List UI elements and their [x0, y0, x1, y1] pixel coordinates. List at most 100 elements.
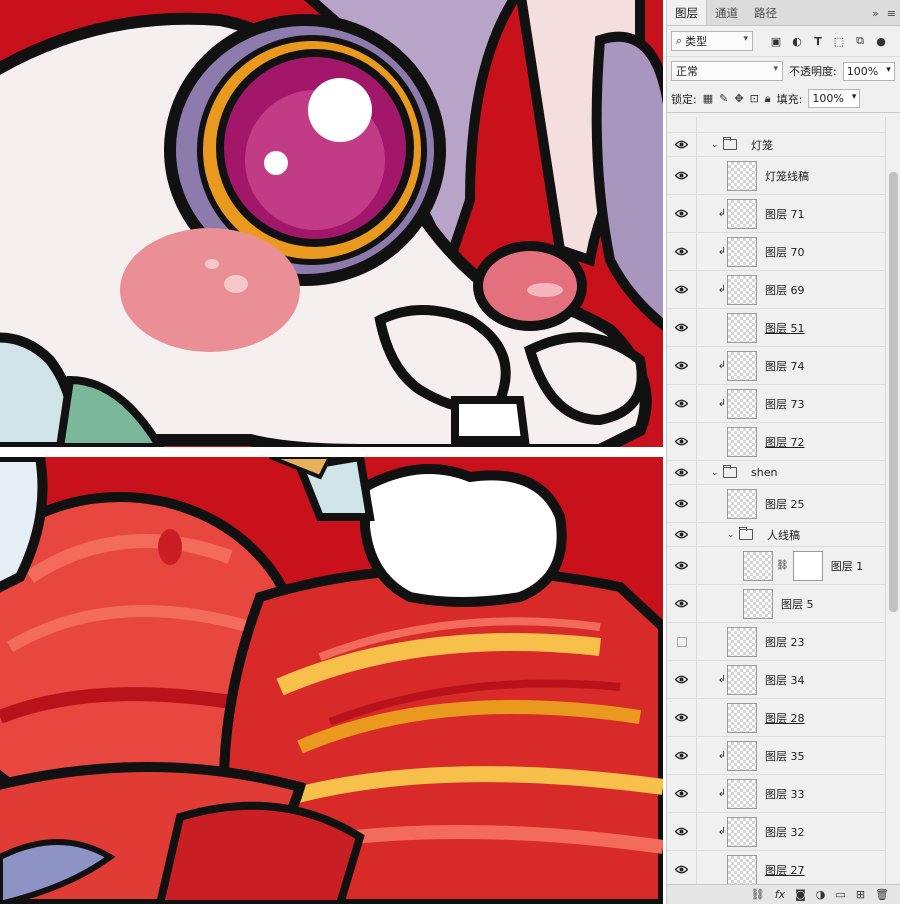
layer-row[interactable]: 图层 27: [667, 851, 885, 884]
lock-all-icon[interactable]: 🔒︎: [765, 92, 771, 106]
layer-row[interactable]: 图层 25: [667, 485, 885, 523]
shape-filter-icon[interactable]: ⬚: [832, 34, 846, 48]
layer-thumbnail[interactable]: [727, 312, 757, 343]
mask-link-icon[interactable]: ⛓: [776, 560, 789, 571]
layer-thumbnail[interactable]: [727, 778, 757, 809]
fill-field[interactable]: 100% ▾: [808, 89, 861, 108]
mask-icon[interactable]: ◙: [795, 888, 806, 901]
lock-image-icon[interactable]: ✎: [719, 92, 728, 105]
layer-thumbnail[interactable]: [727, 198, 757, 229]
layer-name[interactable]: 图层 70: [765, 244, 805, 260]
tab-channels[interactable]: 通道: [707, 0, 746, 25]
layer-mask-thumbnail[interactable]: [792, 550, 823, 581]
visibility-toggle[interactable]: [667, 775, 697, 812]
visibility-toggle[interactable]: [667, 661, 697, 698]
layer-name[interactable]: 图层 72: [765, 434, 805, 450]
layer-row[interactable]: 图层 28: [667, 699, 885, 737]
layer-name[interactable]: 图层 33: [765, 786, 805, 802]
layer-row[interactable]: 图层 51: [667, 309, 885, 347]
filter-toggle-icon[interactable]: ●: [874, 34, 888, 48]
layer-name[interactable]: 人线稿: [767, 527, 800, 543]
layer-row[interactable]: ↲ 图层 69: [667, 271, 885, 309]
layer-thumbnail[interactable]: [727, 626, 757, 657]
visibility-toggle[interactable]: [667, 699, 697, 736]
layer-row[interactable]: ↲ 图层 35: [667, 737, 885, 775]
layer-thumbnail[interactable]: [727, 702, 757, 733]
tab-paths[interactable]: 路径: [746, 0, 785, 25]
layer-name[interactable]: 图层 1: [831, 558, 864, 574]
layer-name[interactable]: 图层 69: [765, 282, 805, 298]
layer-row[interactable]: 图层 72: [667, 423, 885, 461]
layer-row[interactable]: ↲ 图层 70: [667, 233, 885, 271]
lock-artboard-icon[interactable]: ⊡: [750, 92, 759, 105]
layer-thumbnail[interactable]: [727, 664, 757, 695]
scrollbar-thumb[interactable]: [889, 172, 898, 612]
layer-thumbnail[interactable]: [727, 236, 757, 267]
visibility-toggle[interactable]: [667, 309, 697, 346]
visibility-toggle[interactable]: [667, 385, 697, 422]
layer-name[interactable]: shen: [751, 466, 777, 479]
collapse-panel-icon[interactable]: »: [872, 7, 879, 20]
layer-name[interactable]: 图层 51: [765, 320, 805, 336]
layer-thumbnail[interactable]: [727, 274, 757, 305]
layer-name[interactable]: 图层 32: [765, 824, 805, 840]
adjustment-filter-icon[interactable]: ◐: [790, 34, 804, 48]
visibility-toggle[interactable]: [667, 117, 697, 132]
visibility-toggle[interactable]: [667, 157, 697, 194]
visibility-toggle[interactable]: [667, 623, 697, 660]
canvas-view-bottom[interactable]: [0, 457, 663, 904]
link-icon[interactable]: ⛓: [751, 888, 765, 901]
pixel-filter-icon[interactable]: ▣: [769, 34, 783, 48]
visibility-toggle[interactable]: [667, 523, 697, 546]
layer-name[interactable]: 图层 27: [765, 862, 805, 878]
visibility-toggle[interactable]: [667, 585, 697, 622]
visibility-toggle[interactable]: [667, 813, 697, 850]
expand-caret-icon[interactable]: ⌄: [711, 468, 723, 478]
trash-icon[interactable]: 🗑︎: [875, 888, 889, 901]
filter-type-select[interactable]: ⌕ 类型 ▾: [671, 31, 753, 51]
layer-thumbnail[interactable]: [727, 488, 757, 519]
layer-thumbnail[interactable]: [743, 550, 773, 581]
layer-name[interactable]: 图层 71: [765, 206, 805, 222]
layer-row[interactable]: 图层 23: [667, 623, 885, 661]
layer-row[interactable]: ↲ 图层 32: [667, 813, 885, 851]
blend-mode-select[interactable]: 正常 ▾: [671, 61, 783, 81]
layer-thumbnail[interactable]: [727, 160, 757, 191]
layer-thumbnail[interactable]: [743, 588, 773, 619]
layer-row[interactable]: 图层 5: [667, 585, 885, 623]
layer-scrollbar[interactable]: [885, 117, 900, 884]
lock-transparent-icon[interactable]: ▦: [703, 92, 713, 105]
visibility-toggle[interactable]: [667, 851, 697, 884]
layer-name[interactable]: 图层 5: [781, 596, 814, 612]
layer-thumbnail[interactable]: [727, 388, 757, 419]
layer-name[interactable]: 图层 25: [765, 496, 805, 512]
visibility-toggle[interactable]: [667, 195, 697, 232]
layer-name[interactable]: 图层 28: [765, 710, 805, 726]
visibility-toggle[interactable]: [667, 347, 697, 384]
layer-thumbnail[interactable]: [727, 854, 757, 884]
visibility-toggle[interactable]: [667, 133, 697, 156]
visibility-toggle[interactable]: [667, 737, 697, 774]
layer-row[interactable]: ↲ 图层 34: [667, 661, 885, 699]
layer-row[interactable]: ↲ 图层 33: [667, 775, 885, 813]
layer-thumbnail[interactable]: [727, 426, 757, 457]
layer-group-row[interactable]: ⌄ 人线稿: [667, 523, 885, 547]
layer-row[interactable]: ⛓ 图层 1: [667, 547, 885, 585]
folder-icon[interactable]: ▭: [835, 888, 845, 901]
tab-layers[interactable]: 图层: [667, 0, 707, 25]
layer-name[interactable]: 灯笼: [751, 137, 773, 153]
adjustment-icon[interactable]: ◑: [816, 888, 826, 901]
opacity-field[interactable]: 100% ▾: [842, 61, 895, 81]
layer-thumbnail[interactable]: [727, 350, 757, 381]
layer-name[interactable]: 图层 23: [765, 634, 805, 650]
layer-row[interactable]: ↲ 图层 71: [667, 195, 885, 233]
canvas-view-top[interactable]: [0, 0, 663, 447]
layer-row[interactable]: ↲ 图层 73: [667, 385, 885, 423]
layer-name[interactable]: 图层 35: [765, 748, 805, 764]
expand-caret-icon[interactable]: ⌄: [711, 140, 723, 150]
layer-thumbnail[interactable]: [727, 816, 757, 847]
layer-row[interactable]: 灯笼线稿: [667, 157, 885, 195]
visibility-toggle[interactable]: [667, 547, 697, 584]
visibility-toggle[interactable]: [667, 461, 697, 484]
layer-name[interactable]: 图层 34: [765, 672, 805, 688]
